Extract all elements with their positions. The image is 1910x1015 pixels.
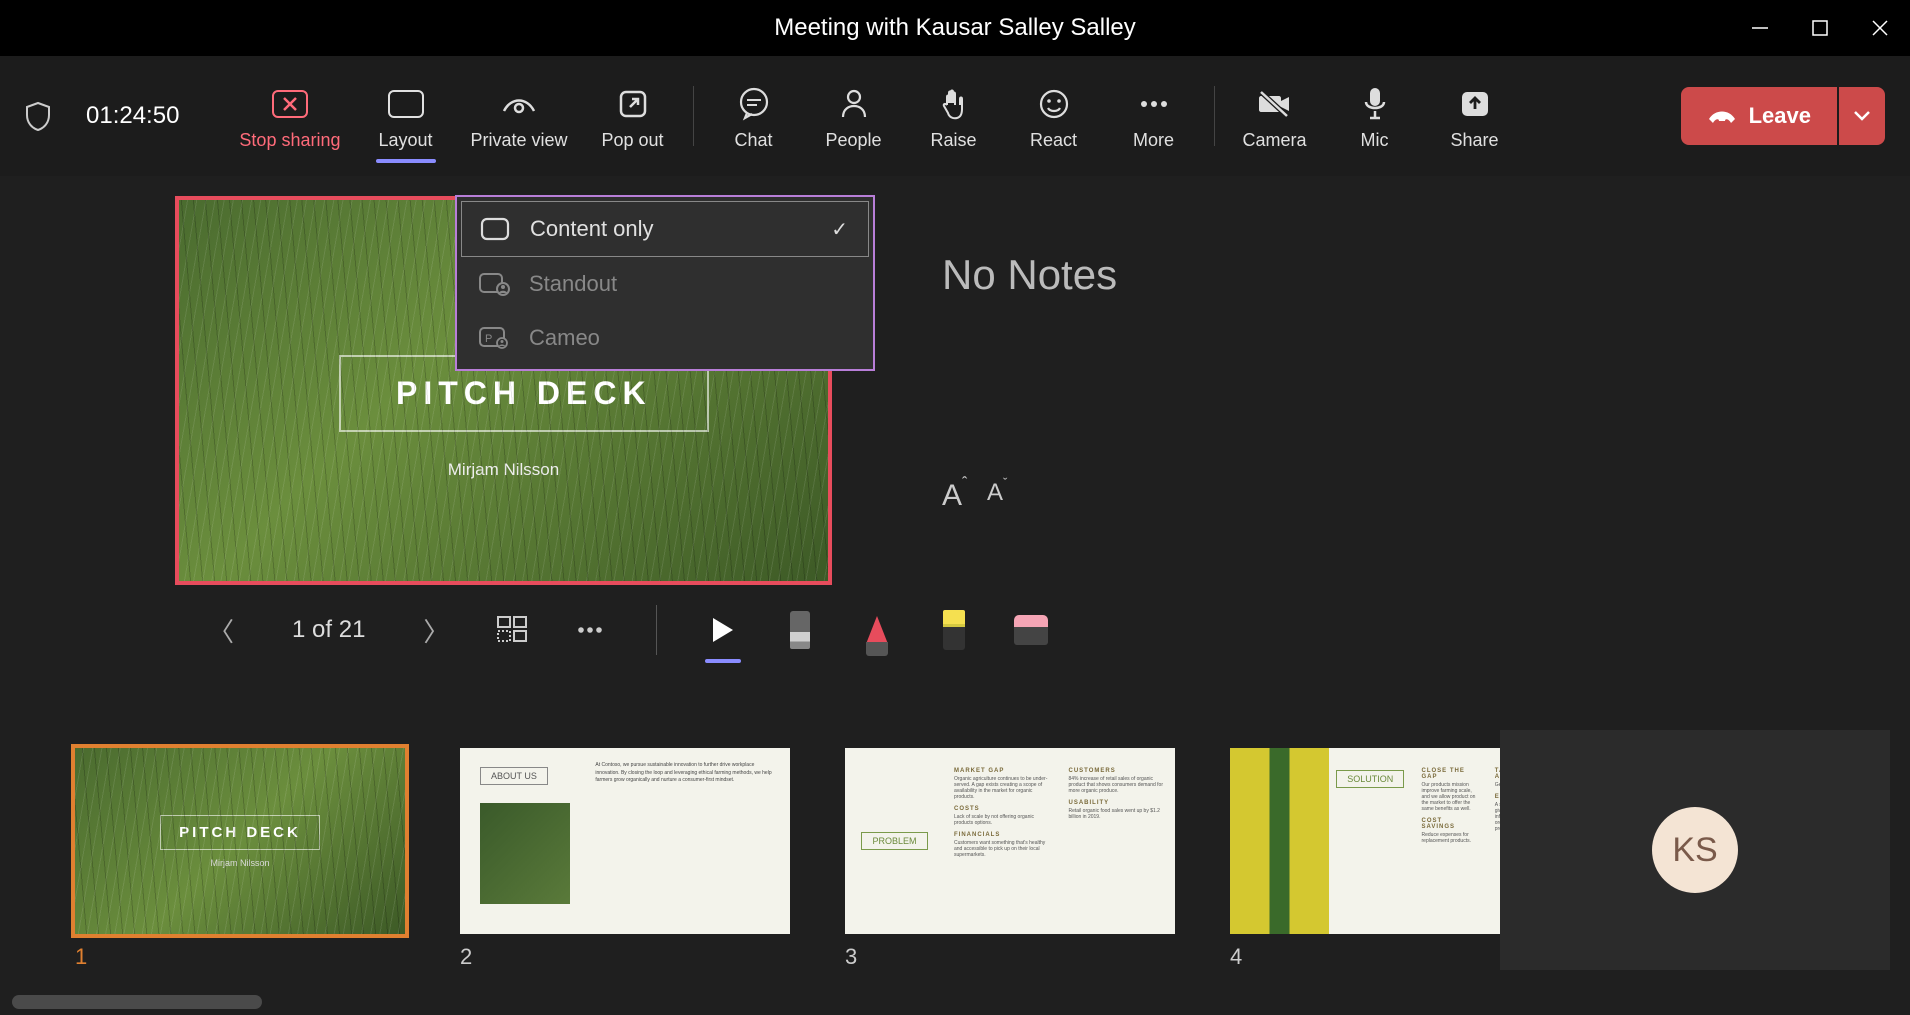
camera-off-icon (1255, 86, 1295, 122)
react-icon (1038, 86, 1070, 122)
thumbnail-1[interactable]: PITCH DECK Mirjam Nilsson 1 (75, 748, 405, 970)
pen-icon (866, 616, 888, 644)
leave-button[interactable]: Leave (1681, 87, 1837, 145)
grid-view-button[interactable] (492, 605, 534, 655)
cursor-tool-button[interactable] (702, 605, 744, 655)
highlighter-icon (943, 610, 965, 650)
pen-tool-button[interactable] (856, 605, 898, 655)
eraser-tool-button[interactable] (1010, 605, 1052, 655)
cameo-icon: P (477, 326, 511, 350)
separator (656, 605, 657, 655)
minimize-button[interactable] (1730, 0, 1790, 56)
prev-slide-button[interactable]: 〈 (200, 612, 242, 649)
leave-control: Leave (1681, 87, 1885, 145)
chat-icon (737, 86, 771, 122)
maximize-button[interactable] (1790, 0, 1850, 56)
layout-dropdown-menu: Content only ✓ Standout P Cameo (455, 195, 875, 371)
pop-out-icon (617, 86, 649, 122)
raise-hand-icon (939, 86, 969, 122)
standout-icon (477, 272, 511, 296)
more-icon (1138, 86, 1170, 122)
cursor-icon (713, 618, 733, 642)
layout-icon (388, 90, 424, 118)
separator (693, 86, 694, 146)
people-icon (838, 86, 870, 122)
layout-option-standout[interactable]: Standout (461, 257, 869, 311)
eye-icon (501, 86, 537, 122)
share-button[interactable]: Share (1440, 81, 1510, 151)
mic-icon (1362, 86, 1388, 122)
presenter-controls-bar: 〈 1 of 21 〉 (0, 585, 1910, 655)
layout-option-content-only[interactable]: Content only ✓ (461, 201, 869, 257)
laser-tool-button[interactable] (779, 605, 821, 655)
chevron-down-icon (1853, 110, 1871, 122)
content-only-icon (478, 217, 512, 241)
layout-option-cameo[interactable]: P Cameo (461, 311, 869, 365)
font-size-controls: Aˆ Aˇ (942, 479, 1910, 513)
title-bar: Meeting with Kausar Salley Salley (0, 0, 1910, 56)
private-view-button[interactable]: Private view (471, 81, 568, 151)
meeting-toolbar: 01:24:50 Stop sharing Layout Private vie… (0, 56, 1910, 176)
layout-button[interactable]: Layout (371, 81, 441, 151)
react-button[interactable]: React (1019, 81, 1089, 151)
more-tools-button[interactable] (569, 605, 611, 655)
check-icon: ✓ (831, 217, 848, 242)
font-decrease-button[interactable]: Aˇ (987, 479, 1003, 513)
close-button[interactable] (1850, 0, 1910, 56)
raise-button[interactable]: Raise (919, 81, 989, 151)
camera-button[interactable]: Camera (1240, 81, 1310, 151)
more-button[interactable]: More (1119, 81, 1189, 151)
leave-dropdown-button[interactable] (1839, 87, 1885, 145)
thumbnail-2[interactable]: ABOUT US At Contoso, we pursue sustainab… (460, 748, 790, 970)
meeting-timer: 01:24:50 (86, 102, 179, 130)
svg-text:P: P (485, 333, 492, 345)
participant-avatar: KS (1652, 807, 1738, 893)
stop-sharing-button[interactable]: Stop sharing (239, 81, 340, 151)
people-button[interactable]: People (819, 81, 889, 151)
next-slide-button[interactable]: 〉 (415, 612, 457, 649)
separator (1214, 86, 1215, 146)
notes-empty-text: No Notes (942, 251, 1910, 299)
window-controls (1730, 0, 1910, 56)
mic-button[interactable]: Mic (1340, 81, 1410, 151)
hangup-icon (1707, 107, 1737, 125)
participant-video-tile[interactable]: KS (1500, 730, 1890, 970)
highlighter-tool-button[interactable] (933, 605, 975, 655)
main-area: PITCH DECK Mirjam Nilsson No Notes Aˆ Aˇ (0, 176, 1910, 585)
eraser-icon (1014, 615, 1048, 645)
share-icon (1459, 86, 1491, 122)
slide-author: Mirjam Nilsson (179, 460, 828, 480)
horizontal-scrollbar[interactable] (12, 995, 262, 1009)
slide-pager: 1 of 21 (277, 616, 380, 644)
window-title: Meeting with Kausar Salley Salley (774, 14, 1136, 42)
laser-icon (790, 611, 810, 649)
shield-icon[interactable] (25, 101, 51, 131)
chat-button[interactable]: Chat (719, 81, 789, 151)
thumbnail-3[interactable]: PROBLEM MARKET GAPOrganic agriculture co… (845, 748, 1175, 970)
font-increase-button[interactable]: Aˆ (942, 479, 962, 513)
notes-panel: No Notes Aˆ Aˇ (832, 196, 1910, 585)
pop-out-button[interactable]: Pop out (598, 81, 668, 151)
